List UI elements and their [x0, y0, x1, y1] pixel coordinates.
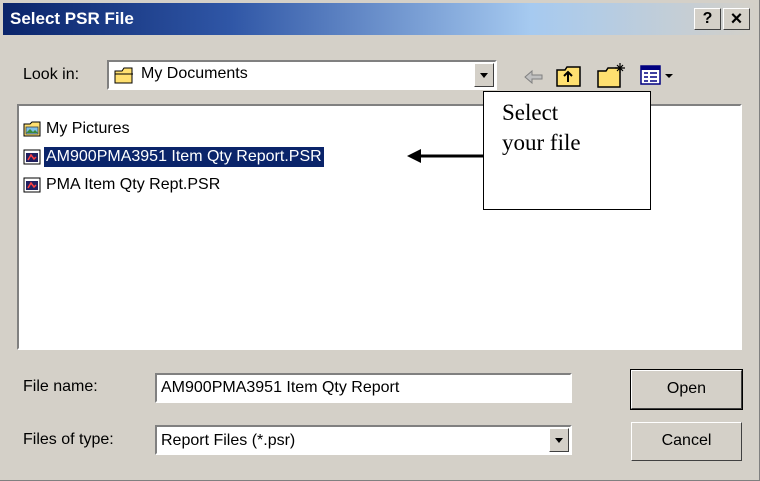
file-type-dropdown-arrow[interactable]	[549, 428, 569, 452]
file-name-label: AM900PMA3951 Item Qty Report.PSR	[43, 146, 325, 168]
back-icon[interactable]	[523, 68, 545, 86]
new-folder-icon[interactable]	[597, 61, 627, 89]
callout-line-1: Select	[502, 100, 559, 125]
select-psr-file-dialog: Select PSR File ? × Look in: My Document…	[0, 0, 760, 481]
file-name-label: File name:	[23, 378, 98, 395]
arrow-left-icon	[407, 149, 483, 163]
chevron-down-icon	[555, 438, 563, 443]
psr-file-icon	[23, 177, 41, 193]
up-folder-icon[interactable]	[556, 64, 582, 88]
file-name-label: My Pictures	[46, 120, 130, 137]
close-button[interactable]: ×	[723, 8, 750, 30]
annotation-callout: Select your file	[483, 91, 651, 210]
folder-icon	[114, 67, 133, 84]
look-in-dropdown[interactable]: My Documents	[107, 60, 497, 90]
help-button[interactable]: ?	[694, 8, 721, 30]
look-in-label: Look in:	[23, 66, 80, 83]
dialog-title: Select PSR File	[10, 9, 134, 28]
look-in-dropdown-arrow[interactable]	[474, 63, 494, 87]
file-type-label: Files of type:	[23, 431, 114, 448]
psr-file-icon	[23, 149, 41, 165]
title-bar: Select PSR File ? ×	[3, 3, 757, 35]
view-menu-icon[interactable]	[640, 64, 676, 88]
file-name-input[interactable]: AM900PMA3951 Item Qty Report	[155, 373, 572, 403]
file-type-value: Report Files (*.psr)	[161, 432, 296, 449]
file-type-dropdown[interactable]: Report Files (*.psr)	[155, 425, 572, 455]
file-name-label: PMA Item Qty Rept.PSR	[46, 176, 221, 193]
cancel-button[interactable]: Cancel	[631, 422, 742, 461]
file-name-value: AM900PMA3951 Item Qty Report	[161, 379, 400, 396]
look-in-value: My Documents	[141, 65, 248, 82]
chevron-down-icon	[480, 73, 488, 78]
open-button[interactable]: Open	[630, 369, 743, 410]
folder-pictures-icon	[23, 121, 41, 137]
callout-line-2: your file	[502, 130, 581, 155]
